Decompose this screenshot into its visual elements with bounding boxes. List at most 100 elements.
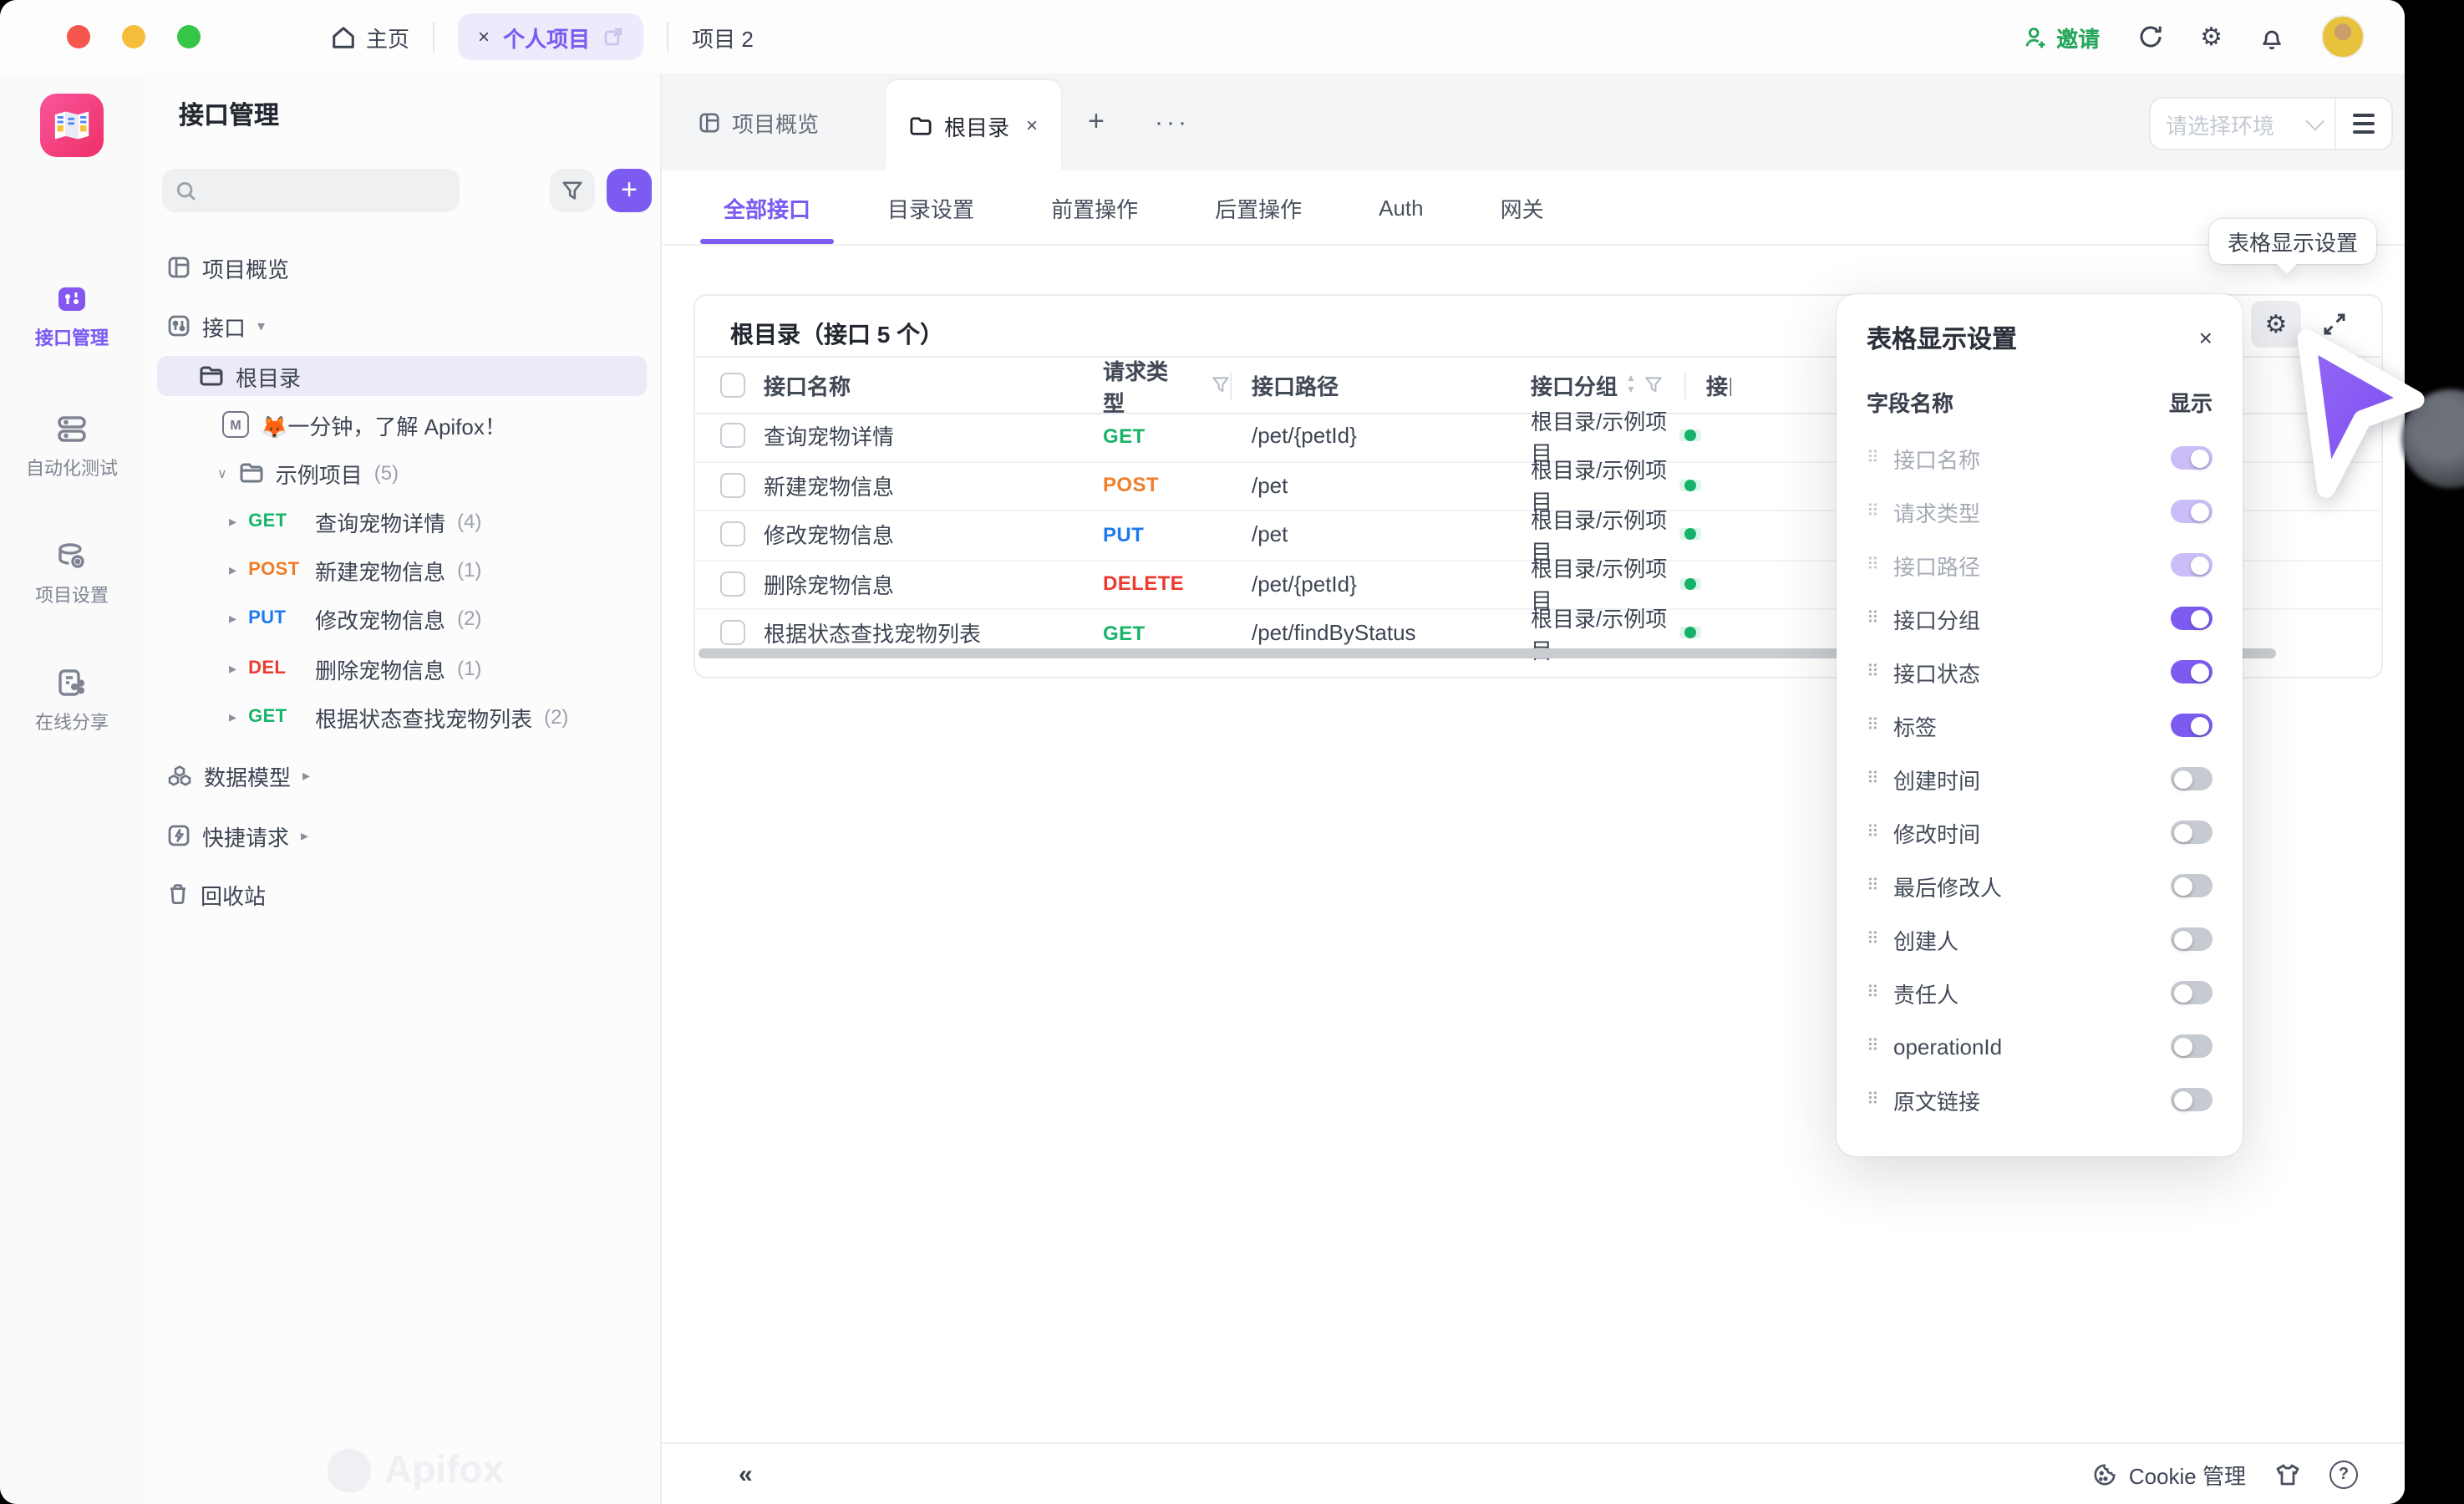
tab-project-2[interactable]: 项目 2 (692, 21, 754, 53)
close-tab-icon[interactable]: × (1026, 114, 1038, 137)
drag-handle-icon[interactable]: ⠿ (1867, 716, 1893, 734)
sidebar-folder-example-project[interactable]: ∨ 示例项目 (5) (157, 453, 647, 493)
row-checkbox[interactable] (720, 424, 745, 449)
tree-label: 根据状态查找宠物列表 (315, 701, 532, 733)
drag-handle-icon[interactable]: ⠿ (1867, 1037, 1893, 1055)
rail-item-project-settings[interactable]: 项目设置 (0, 538, 144, 608)
field-toggle[interactable] (2171, 500, 2213, 523)
field-toggle[interactable] (2171, 660, 2213, 683)
sidebar-api-put-update-pet[interactable]: ▸ PUT 修改宠物信息 (2) (157, 598, 647, 638)
row-checkbox[interactable] (720, 473, 745, 498)
filter-funnel-icon[interactable] (1212, 376, 1230, 394)
field-toggle[interactable] (2171, 874, 2213, 897)
row-checkbox[interactable] (720, 572, 745, 597)
field-toggle[interactable] (2171, 446, 2213, 470)
field-row-request-type: ⠿ 请求类型 (1867, 485, 2213, 538)
chevron-down-icon[interactable]: ▾ (257, 317, 265, 335)
drag-handle-icon[interactable]: ⠿ (1867, 930, 1893, 948)
sidebar-item-root-folder[interactable]: 根目录 (157, 356, 647, 396)
drag-handle-icon[interactable]: ⠿ (1867, 876, 1893, 895)
add-button[interactable]: + (607, 169, 652, 212)
drag-handle-icon[interactable]: ⠿ (1867, 663, 1893, 681)
chevron-right-icon[interactable]: ▸ (229, 708, 236, 726)
tab-gateway[interactable]: 网关 (1501, 170, 1544, 244)
drag-handle-icon[interactable]: ⠿ (1867, 502, 1893, 521)
invite-button[interactable]: 邀请 (2023, 21, 2100, 53)
tab-pre-operations[interactable]: 前置操作 (1051, 170, 1138, 244)
field-toggle[interactable] (2171, 767, 2213, 790)
chevron-right-icon[interactable]: ▸ (229, 609, 236, 628)
chevron-right-icon[interactable]: ▸ (229, 561, 236, 579)
doc-tab-label: 项目概览 (732, 106, 819, 138)
drag-handle-icon[interactable]: ⠿ (1867, 449, 1893, 467)
field-toggle[interactable] (2171, 821, 2213, 844)
row-checkbox[interactable] (720, 621, 745, 646)
chevron-right-icon[interactable]: ▸ (302, 766, 310, 785)
rail-item-online-share[interactable]: 在线分享 (0, 665, 144, 735)
new-tab-button[interactable]: + (1088, 74, 1105, 170)
sidebar-api-get-find-by-status[interactable]: ▸ GET 根据状态查找宠物列表 (2) (157, 697, 647, 737)
cookie-manager-button[interactable]: Cookie 管理 (2092, 1458, 2246, 1490)
sidebar-api-delete-pet[interactable]: ▸ DEL 删除宠物信息 (1) (157, 648, 647, 688)
sidebar-item-quick-request[interactable]: 快捷请求 ▸ (157, 816, 647, 856)
divider (667, 22, 668, 52)
row-checkbox[interactable] (720, 522, 745, 547)
close-tab-icon[interactable]: × (478, 25, 490, 48)
sidebar-item-recycle-bin[interactable]: 回收站 (157, 874, 647, 914)
filter-button[interactable] (550, 169, 595, 212)
user-avatar[interactable] (2321, 15, 2365, 58)
zoom-window-button[interactable] (177, 25, 201, 48)
close-icon[interactable]: × (2199, 324, 2213, 351)
sidebar-item-markdown-doc[interactable]: M 🦊一分钟，了解 Apifox！ (157, 404, 647, 445)
tab-personal-project[interactable]: × 个人项目 (458, 13, 643, 60)
chevron-right-icon[interactable]: ▸ (229, 659, 236, 678)
sidebar-item-project-overview[interactable]: 项目概览 (157, 247, 647, 287)
env-menu-button[interactable] (2336, 114, 2391, 134)
home-button[interactable]: 主页 (331, 21, 409, 53)
select-all-checkbox[interactable] (720, 373, 745, 398)
field-toggle[interactable] (2171, 981, 2213, 1004)
filter-funnel-icon[interactable] (1644, 376, 1663, 394)
drag-handle-icon[interactable]: ⠿ (1867, 823, 1893, 841)
drag-handle-icon[interactable]: ⠿ (1867, 983, 1893, 1002)
drag-handle-icon[interactable]: ⠿ (1867, 556, 1893, 574)
field-toggle[interactable] (2171, 1088, 2213, 1111)
drag-handle-icon[interactable]: ⠿ (1867, 1090, 1893, 1109)
http-method-badge: PUT (248, 608, 303, 628)
doc-tab-root-folder[interactable]: 根目录 × (886, 80, 1061, 170)
environment-select[interactable]: 请选择环境 (2151, 99, 2336, 149)
tab-auth[interactable]: Auth (1379, 170, 1424, 244)
field-toggle[interactable] (2171, 1034, 2213, 1058)
sidebar-item-data-models[interactable]: 数据模型 ▸ (157, 755, 647, 795)
field-toggle[interactable] (2171, 927, 2213, 951)
external-link-icon[interactable] (603, 27, 623, 47)
notifications-bell-icon[interactable] (2259, 24, 2284, 49)
minimize-window-button[interactable] (122, 25, 145, 48)
close-window-button[interactable] (67, 25, 90, 48)
drag-handle-icon[interactable]: ⠿ (1867, 770, 1893, 788)
sidebar-section-apis[interactable]: 接口 ▾ (157, 306, 647, 346)
drag-handle-icon[interactable]: ⠿ (1867, 609, 1893, 628)
field-toggle[interactable] (2171, 714, 2213, 737)
tab-all-apis[interactable]: 全部接口 (724, 170, 810, 244)
help-icon[interactable]: ? (2329, 1460, 2358, 1488)
rail-item-auto-testing[interactable]: 自动化测试 (0, 411, 144, 481)
field-toggle[interactable] (2171, 553, 2213, 577)
more-tabs-button[interactable]: ··· (1155, 74, 1190, 170)
settings-gear-icon[interactable]: ⚙ (2200, 24, 2223, 49)
collapse-sidebar-button[interactable]: « (739, 1460, 753, 1488)
sidebar-api-get-pet-detail[interactable]: ▸ GET 查询宠物详情 (4) (157, 501, 647, 541)
search-input[interactable] (162, 169, 460, 212)
chevron-down-icon[interactable]: ∨ (217, 465, 227, 480)
chevron-right-icon[interactable]: ▸ (301, 826, 308, 845)
rail-item-api-management[interactable]: 接口管理 (0, 281, 144, 351)
sort-icon[interactable]: ▲▼ (1626, 374, 1636, 396)
doc-tab-project-overview[interactable]: 项目概览 (699, 74, 819, 170)
field-toggle[interactable] (2171, 607, 2213, 630)
theme-tshirt-icon[interactable] (2274, 1461, 2301, 1486)
tab-folder-settings[interactable]: 目录设置 (887, 170, 974, 244)
chevron-right-icon[interactable]: ▸ (229, 512, 236, 531)
sync-icon[interactable] (2136, 23, 2163, 50)
sidebar-api-post-create-pet[interactable]: ▸ POST 新建宠物信息 (1) (157, 550, 647, 590)
tab-post-operations[interactable]: 后置操作 (1215, 170, 1302, 244)
